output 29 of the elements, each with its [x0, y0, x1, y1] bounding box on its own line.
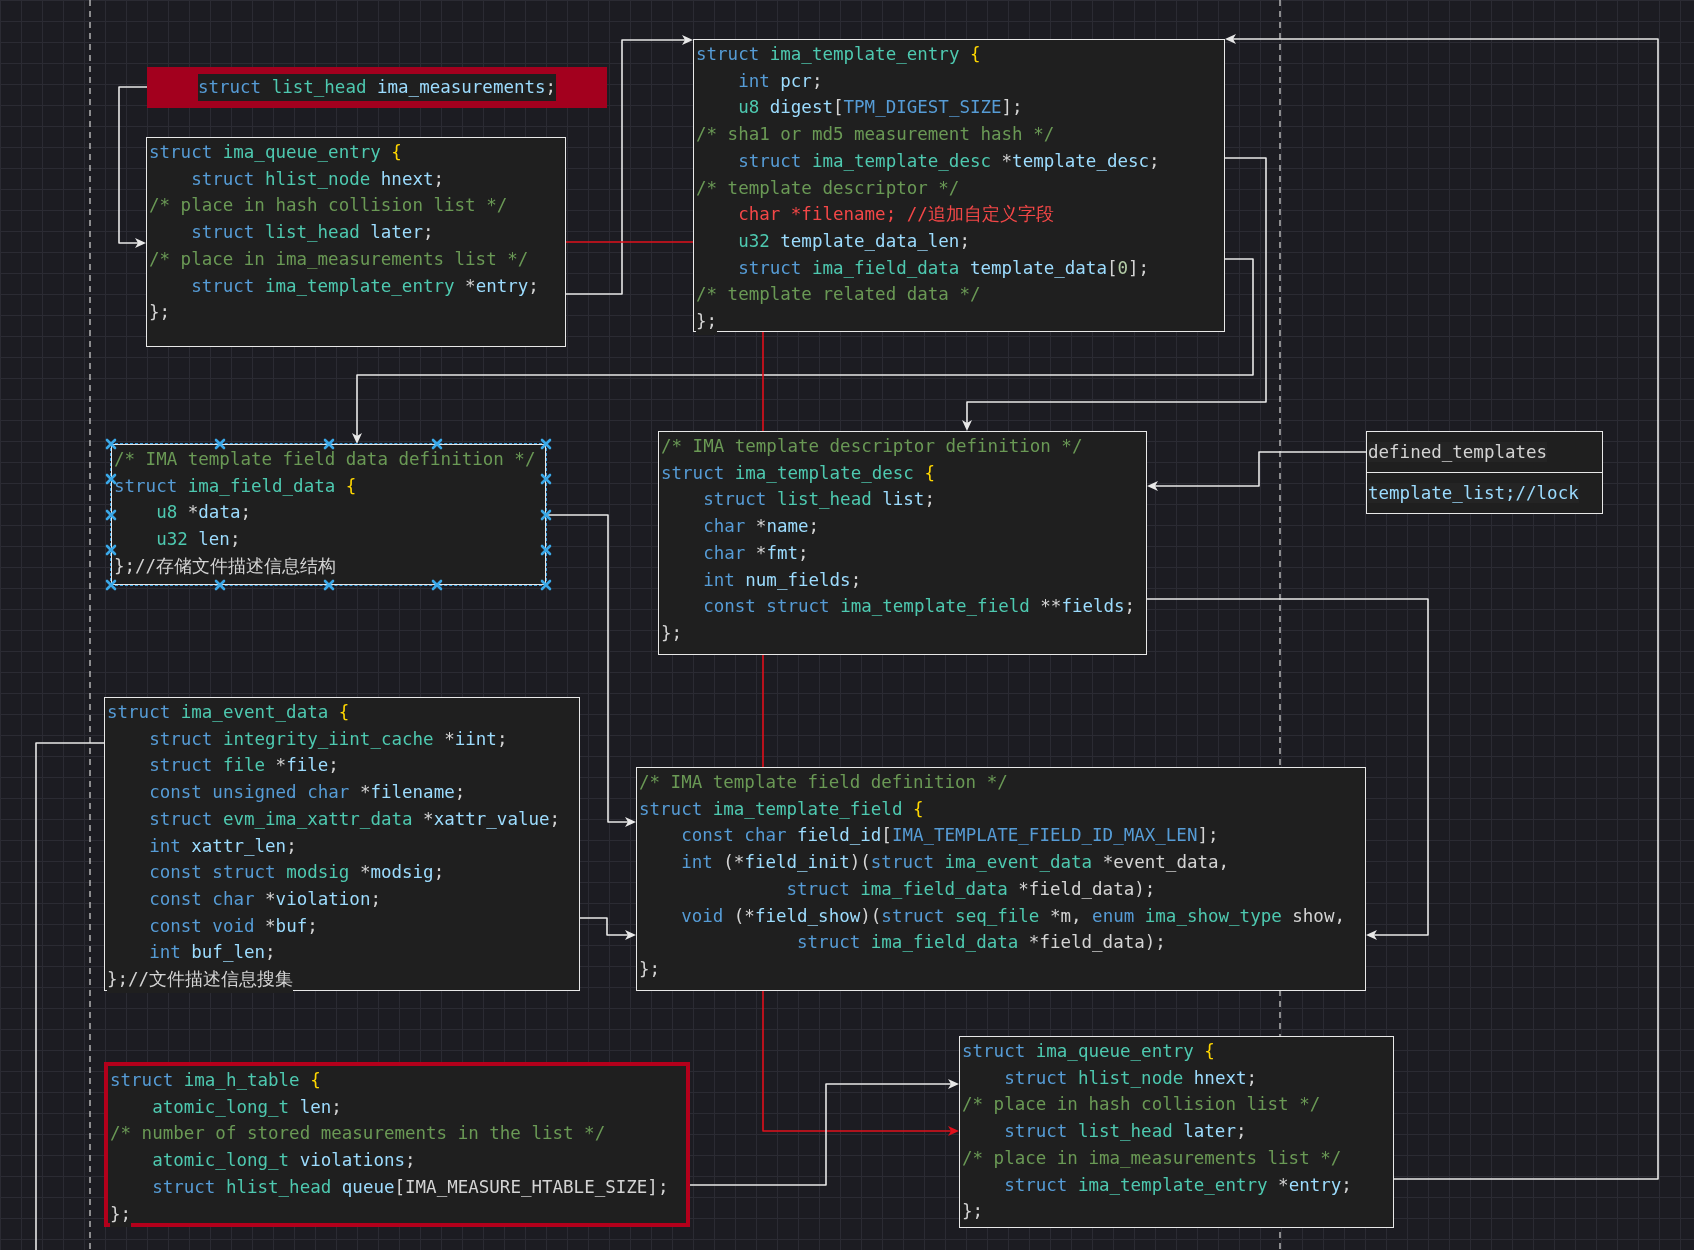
- code-block[interactable]: struct ima_queue_entry { struct hlist_node hnext; /* place in hash collision list */ struct list_head later; /* place in ima_measurements list */ struct ima_template_entry *entry; };: [959, 1036, 1394, 1228]
- resize-handle[interactable]: [105, 508, 117, 521]
- resize-handle[interactable]: [105, 579, 117, 591]
- code-block[interactable]: [636, 767, 1366, 991]
- code-block[interactable]: /* IMA template field data definition */ struct ima_field_data { u8 *data; u32 len; };//存储文件描述信息结构: [111, 444, 546, 585]
- resize-handle[interactable]: [431, 438, 444, 450]
- resize-handle[interactable]: [213, 438, 226, 450]
- resize-handle[interactable]: [322, 438, 335, 450]
- list-node[interactable]: defined_templates template_list;//lock: [1366, 431, 1603, 514]
- resize-handle[interactable]: [105, 473, 117, 486]
- code-block[interactable]: struct ima_queue_entry { struct hlist_node hnext; /* place in hash collision list */ struct list_head later; /* place in ima_measurements list */ struct ima_template_entry *entry; };: [146, 137, 566, 347]
- resize-handle[interactable]: [540, 438, 552, 450]
- code-block[interactable]: [104, 697, 580, 991]
- resize-handle[interactable]: [540, 579, 552, 591]
- code-block[interactable]: /* IMA template descriptor definition */ struct ima_template_desc { struct list_head list; char *name; char *fmt; int num_fields; const struct ima_template_field **fields; };: [658, 431, 1147, 655]
- code-block[interactable]: struct list_head ima_measurements;: [147, 67, 607, 108]
- code-block[interactable]: struct ima_h_table { atomic_long_t len; /* number of stored measurements in the list */ atomic_long_t violations; struct hlist_head queue[IMA_MEASURE_HTABLE_SIZE]; };: [104, 1062, 690, 1227]
- connector-arrow: [579, 917, 636, 940]
- resize-handle[interactable]: [322, 579, 335, 591]
- list-row-text: defined_templates: [1368, 442, 1548, 462]
- resize-handle[interactable]: [540, 508, 552, 521]
- resize-handle[interactable]: [431, 579, 444, 591]
- resize-handle[interactable]: [540, 543, 552, 556]
- resize-handle[interactable]: [540, 473, 552, 486]
- resize-handle[interactable]: [105, 438, 117, 450]
- resize-handle[interactable]: [105, 543, 117, 556]
- list-row-text: template_list;//lock: [1368, 483, 1579, 503]
- resize-handle[interactable]: [213, 579, 226, 591]
- code-block[interactable]: [693, 39, 1225, 332]
